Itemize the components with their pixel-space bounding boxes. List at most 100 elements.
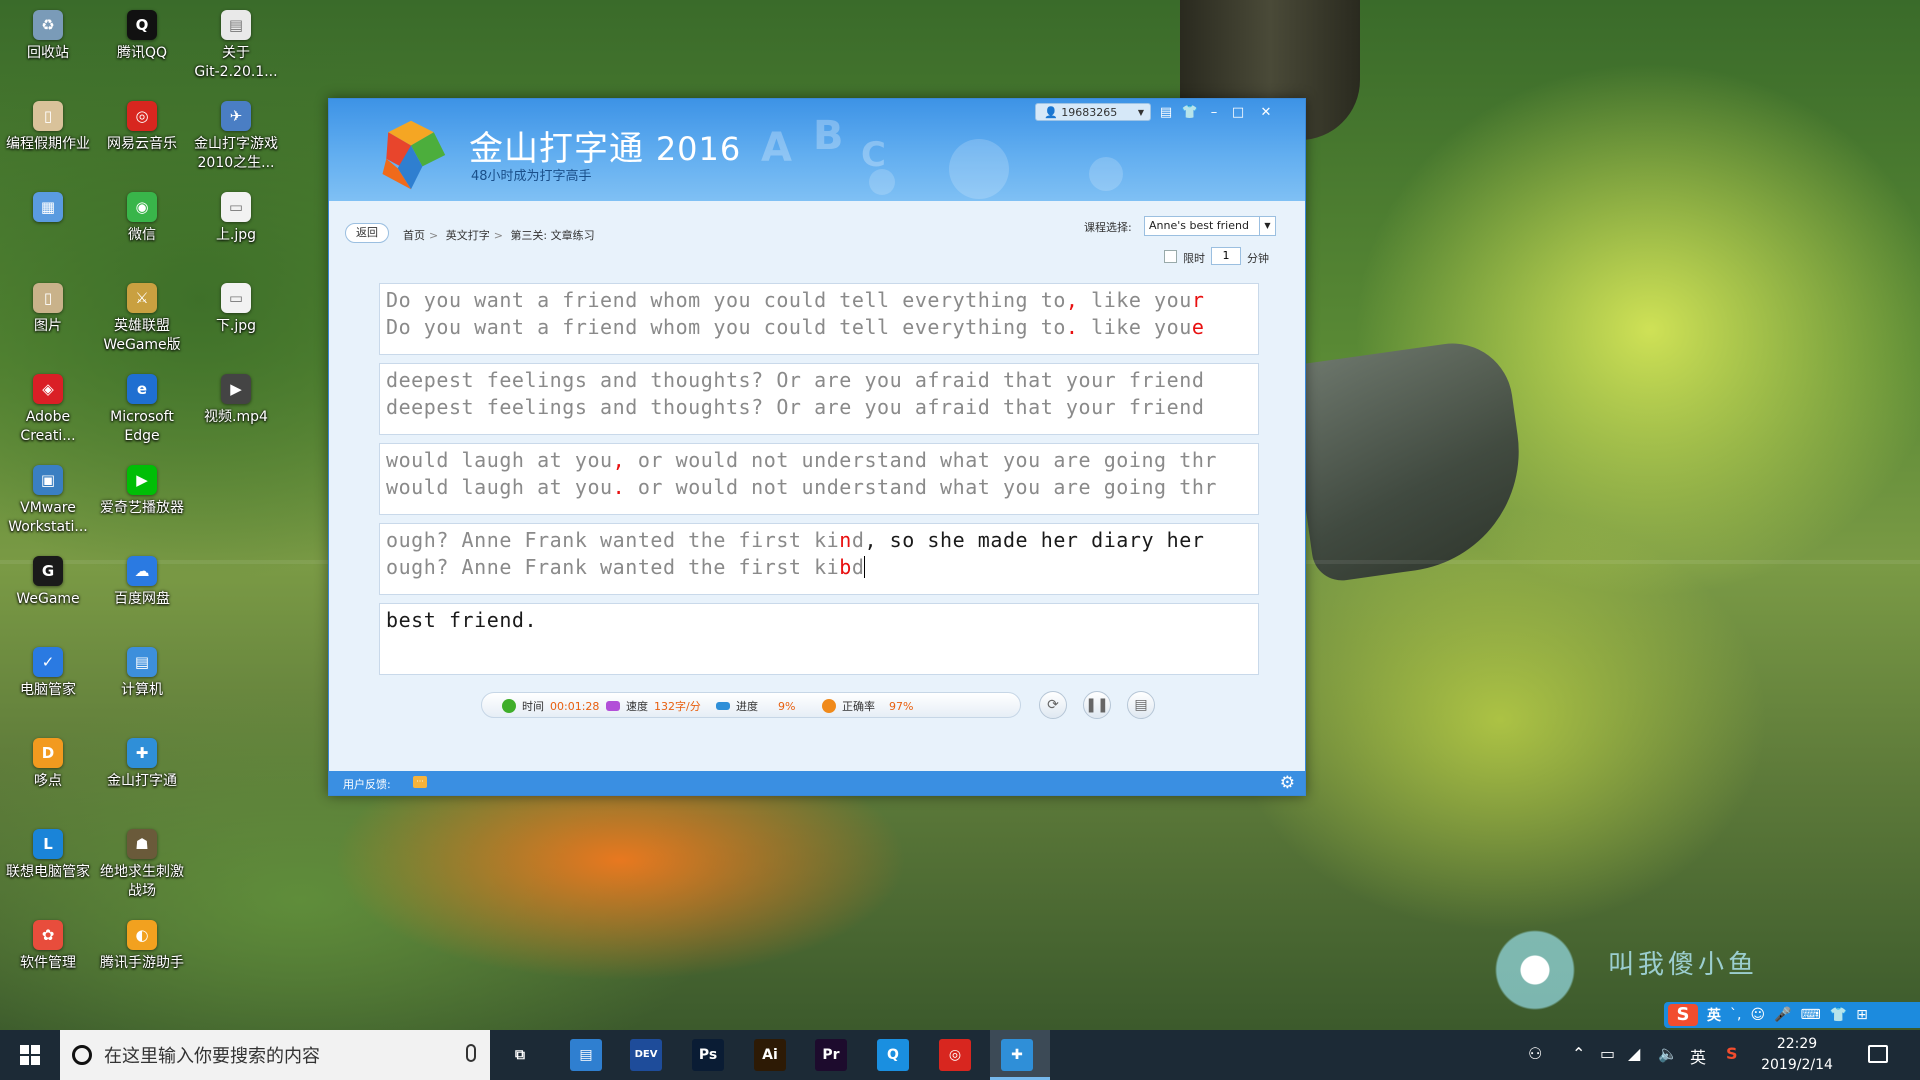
volume-icon[interactable]: 🔈 [1658,1044,1678,1063]
ime-toolbar: S 英 ˋ, ☺ 🎤 ⌨ 👕 ⊞ [1664,1002,1920,1028]
desktop-icon[interactable]: ▭ 上.jpg [188,186,284,272]
desktop-icon[interactable]: ▦ [0,186,96,272]
desktop-icon[interactable]: L 联想电脑管家 [0,823,96,909]
desktop-icon[interactable]: e Microsoft Edge [94,368,190,454]
taskbar-search-box[interactable]: 在这里输入你要搜索的内容 [60,1030,490,1080]
user-account-dropdown[interactable]: 👤 19683265 ▼ [1035,103,1151,121]
typed-text[interactable]: deepest feelings and thoughts? Or are yo… [386,395,1204,419]
baidu-pan-icon: ☁ [127,556,157,586]
desktop-icon[interactable]: ▤ 计算机 [94,641,190,727]
netease-music-task-icon[interactable]: ◎ [939,1039,971,1071]
illustrator-icon[interactable]: Ai [754,1039,786,1071]
restart-button[interactable]: ⟳ [1039,691,1067,719]
notification-icon[interactable] [1868,1045,1888,1063]
typing-master-task-icon[interactable]: ✚ [1001,1039,1033,1071]
desktop-icon[interactable]: ✓ 电脑管家 [0,641,96,727]
sogou-tray-icon[interactable]: S [1726,1044,1738,1063]
desktop-icon[interactable]: Q 腾讯QQ [94,4,190,90]
typing-line-box[interactable]: would laugh at you, or would not underst… [379,443,1259,515]
ime-toolbox-icon[interactable]: ⊞ [1856,1007,1868,1023]
desktop-icon[interactable]: ▣ VMware Workstati... [0,459,96,545]
close-button[interactable]: ✕ [1255,103,1277,123]
desktop-icon[interactable]: ☁ 百度网盘 [94,550,190,636]
desktop-icon-label: 哆点 [34,773,62,789]
text-segment: deepest feelings and thoughts? Or are yo… [386,395,1205,419]
pause-button[interactable]: ❚❚ [1083,691,1111,719]
task-view-icon[interactable]: ⧉ [504,1039,536,1071]
app-subtitle: 48小时成为打字高手 [471,169,592,184]
computer-icon: ▤ [127,647,157,677]
clock-date: 2019/2/14 [1761,1057,1833,1073]
duodian-icon: D [33,738,63,768]
feedback-chat-icon[interactable]: ··· [413,776,427,788]
computer-app-icon[interactable]: ▤ [570,1039,602,1071]
desktop-icon[interactable]: ▶ 爱奇艺播放器 [94,459,190,545]
chevron-down-icon: ▼ [1137,107,1144,117]
qq-browser-icon[interactable]: Q [877,1039,909,1071]
minimize-button[interactable]: – [1203,103,1225,123]
network-icon[interactable]: ◢ [1628,1044,1640,1063]
microphone-icon[interactable] [466,1044,476,1062]
typing-line-box[interactable]: deepest feelings and thoughts? Or are yo… [379,363,1259,435]
feedback-label: 用户反馈: [343,778,391,791]
gear-icon[interactable]: ⚙ [1280,773,1295,793]
desktop-icon-label: 视频.mp4 [204,409,268,425]
app-header[interactable]: A B C 金山打字通 2016 48小时成为打字高手 👤 19683265 ▼… [329,99,1305,201]
desktop-icon[interactable]: ▶ 视频.mp4 [188,368,284,454]
desktop-icon[interactable]: ✈ 金山打字游戏 2010之生... [188,95,284,181]
breadcrumb-english-typing[interactable]: 英文打字 [446,229,490,242]
desktop-icon[interactable]: ☗ 绝地求生刺激 战场 [94,823,190,909]
typing-line-box[interactable]: ough? Anne Frank wanted the first kind, … [379,523,1259,595]
photoshop-icon[interactable]: Ps [692,1039,724,1071]
error-char: . [1065,315,1079,339]
desktop-icon[interactable]: D 哆点 [0,732,96,818]
skin-shirt-icon[interactable]: 👕 [1179,103,1201,123]
fish-logo-icon [1490,930,1580,1010]
ime-emoji-icon[interactable]: ☺ [1750,1007,1765,1023]
desktop-icon[interactable]: ✿ 软件管理 [0,914,96,1000]
input-language[interactable]: 英 [1690,1044,1706,1068]
devcpp-icon[interactable]: DEV [630,1039,662,1071]
ime-punctuation-icon[interactable]: ˋ, [1730,1007,1741,1023]
folder-icon: ▯ [33,101,63,131]
time-limit-input[interactable]: 1 [1211,247,1241,265]
image-file-icon: ▭ [221,192,251,222]
ime-keyboard-icon[interactable]: ⌨ [1801,1007,1821,1023]
desktop-icon[interactable]: ▯ 编程假期作业 [0,95,96,181]
typed-text[interactable]: Do you want a friend whom you could tell… [386,315,1204,339]
course-select[interactable]: Anne's best friend ▼ [1144,216,1276,236]
desktop-icon[interactable]: G WeGame [0,550,96,636]
typing-line-box[interactable]: Do you want a friend whom you could tell… [379,283,1259,355]
report-button[interactable]: ▤ [1127,691,1155,719]
maximize-button[interactable]: □ [1227,103,1249,123]
ime-mode[interactable]: 英 [1707,1005,1721,1025]
desktop-icon-label: 图片 [34,318,62,334]
breadcrumb-home[interactable]: 首页 [403,229,425,242]
ime-skin-icon[interactable]: 👕 [1830,1007,1847,1023]
chevron-up-icon[interactable]: ⌃ [1572,1044,1585,1063]
battery-icon[interactable]: ▭ [1600,1044,1615,1063]
desktop-icon[interactable]: ◐ 腾讯手游助手 [94,914,190,1000]
notes-icon[interactable]: ▤ [1155,103,1177,123]
clock[interactable]: 22:29 2019/2/14 [1752,1034,1842,1076]
desktop-icon[interactable]: ▤ 关于 Git-2.20.1... [188,4,284,90]
desktop-icon[interactable]: ✚ 金山打字通 [94,732,190,818]
sogou-logo-icon[interactable]: S [1668,1004,1698,1026]
desktop-icon[interactable]: ▭ 下.jpg [188,277,284,363]
desktop-icon[interactable]: ◉ 微信 [94,186,190,272]
premiere-icon[interactable]: Pr [815,1039,847,1071]
ime-voice-icon[interactable]: 🎤 [1774,1007,1791,1023]
people-icon[interactable]: ⚇ [1528,1044,1542,1063]
back-button[interactable]: 返回 [345,223,389,243]
desktop-icon[interactable]: ◈ Adobe Creati... [0,368,96,454]
start-button[interactable] [0,1030,60,1080]
desktop-icon[interactable]: ▯ 图片 [0,277,96,363]
desktop-icon[interactable]: ⚔ 英雄联盟 WeGame版 [94,277,190,363]
typed-text[interactable]: ough? Anne Frank wanted the first kibd [386,555,866,579]
desktop-icon[interactable]: ♻ 回收站 [0,4,96,90]
typed-text[interactable]: would laugh at you. or would not underst… [386,475,1217,499]
typing-line-box[interactable]: best friend. [379,603,1259,675]
desktop-icon[interactable]: ◎ 网易云音乐 [94,95,190,181]
text-segment: Do you want a friend whom you could tell… [386,315,1066,339]
time-limit-checkbox[interactable] [1164,250,1177,263]
